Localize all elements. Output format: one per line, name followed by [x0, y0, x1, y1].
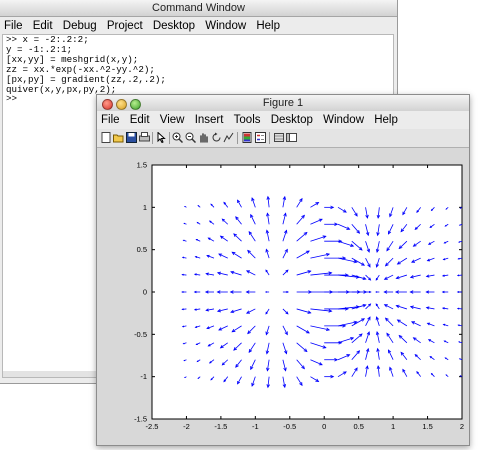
- show-plot-tools-icon[interactable]: [286, 132, 296, 143]
- menu-help[interactable]: Help: [256, 20, 280, 32]
- menu-file[interactable]: File: [4, 20, 23, 32]
- figure-menubar: File Edit View Insert Tools Desktop Wind…: [97, 111, 469, 129]
- x-tick-label: 2: [460, 422, 464, 431]
- save-icon[interactable]: [126, 132, 136, 143]
- quiver-arrow: [376, 292, 379, 293]
- x-tick-label: 1.5: [422, 422, 432, 431]
- colorbar-icon[interactable]: [242, 132, 252, 143]
- figure-toolbar: [97, 129, 469, 148]
- y-tick-label: -1: [140, 372, 147, 381]
- x-tick-label: -2.5: [146, 422, 159, 431]
- arrow-head: [376, 292, 377, 293]
- rotate-icon[interactable]: [211, 132, 221, 143]
- pan-icon[interactable]: [198, 132, 208, 143]
- fig-menu-file[interactable]: File: [101, 114, 120, 126]
- zoom-button[interactable]: [130, 99, 141, 110]
- close-button[interactable]: [102, 99, 113, 110]
- pointer-icon[interactable]: [156, 132, 166, 143]
- y-tick-label: -1.5: [134, 415, 147, 424]
- toolbar-separator: [152, 132, 153, 144]
- y-tick-label: 1.5: [137, 161, 147, 170]
- quiver-arrow: [266, 292, 269, 293]
- command-line: quiver(x,y,px,py,2);: [3, 85, 393, 95]
- fig-menu-window[interactable]: Window: [323, 114, 364, 126]
- arrow-head: [266, 292, 267, 293]
- x-tick-label: 0: [322, 422, 326, 431]
- open-icon[interactable]: [113, 132, 123, 143]
- y-tick-label: 0.5: [137, 245, 147, 254]
- legend-icon[interactable]: [255, 132, 265, 143]
- menu-edit[interactable]: Edit: [33, 20, 53, 32]
- x-tick-label: 0.5: [353, 422, 363, 431]
- figure-canvas: -2.5 -2 -1.5 -1 -0.5 0 0.5 1 1.5 2 -1.5 -1 -0.5 0 0.5 1…: [97, 148, 469, 445]
- figure-window: Figure 1 File Edit View Insert Tools Des…: [96, 94, 470, 446]
- zoom-in-icon[interactable]: [172, 132, 182, 143]
- fig-menu-edit[interactable]: Edit: [130, 114, 150, 126]
- command-window-menubar: File Edit Debug Project Desktop Window H…: [0, 17, 397, 35]
- quiver-plot[interactable]: -2.5 -2 -1.5 -1 -0.5 0 0.5 1 1.5 2 -1.5 -1 -0.5 0 0.5 1…: [97, 148, 469, 445]
- menu-window[interactable]: Window: [205, 20, 246, 32]
- x-tick-label: -1: [252, 422, 259, 431]
- minimize-button[interactable]: [116, 99, 127, 110]
- toolbar-separator: [269, 132, 270, 144]
- x-tick-label: 1: [391, 422, 395, 431]
- new-icon[interactable]: [101, 132, 111, 143]
- x-tick-label: -0.5: [283, 422, 296, 431]
- fig-menu-help[interactable]: Help: [374, 114, 398, 126]
- fig-menu-tools[interactable]: Tools: [234, 114, 261, 126]
- y-tick-label: 1: [143, 203, 147, 212]
- y-tick-label: 0: [143, 288, 147, 297]
- zoom-out-icon[interactable]: [185, 132, 195, 143]
- menu-debug[interactable]: Debug: [63, 20, 97, 32]
- figure-window-title: Figure 1: [97, 95, 469, 112]
- fig-menu-insert[interactable]: Insert: [195, 114, 224, 126]
- fig-menu-desktop[interactable]: Desktop: [271, 114, 313, 126]
- menu-project[interactable]: Project: [107, 20, 143, 32]
- toolbar-separator: [237, 132, 238, 144]
- y-tick-label: -0.5: [134, 330, 147, 339]
- toolbar-separator: [169, 132, 170, 144]
- x-tick-label: -1.5: [214, 422, 227, 431]
- menu-desktop[interactable]: Desktop: [153, 20, 195, 32]
- hide-plot-tools-icon[interactable]: [274, 132, 284, 143]
- print-icon[interactable]: [139, 132, 149, 143]
- command-window-title: Command Window: [0, 0, 397, 17]
- data-cursor-icon[interactable]: [223, 132, 233, 143]
- x-tick-label: -2: [183, 422, 190, 431]
- fig-menu-view[interactable]: View: [160, 114, 185, 126]
